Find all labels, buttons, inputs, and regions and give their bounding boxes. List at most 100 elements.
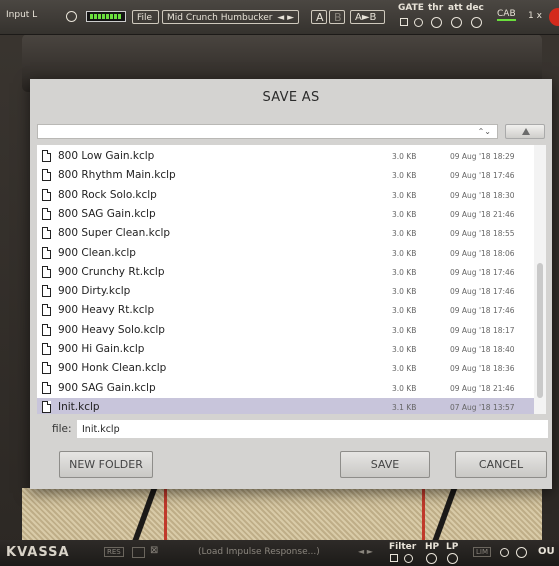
file-date: 09 Aug '18 18:36 (450, 364, 515, 374)
save-button[interactable]: SAVE (340, 451, 430, 478)
file-name: 800 Super Clean.kclp (58, 227, 171, 240)
slot-a-button[interactable]: A (311, 10, 327, 24)
limiter-button[interactable]: LIM (473, 547, 492, 557)
file-date: 09 Aug '18 17:46 (450, 171, 515, 181)
output-gain-knob-icon[interactable] (516, 547, 527, 558)
file-size: 3.0 KB (392, 209, 417, 219)
file-list-row[interactable]: 800 SAG Gain.kclp 3.0 KB 09 Aug '18 21:46 (37, 205, 534, 224)
file-list-row[interactable]: 800 Super Clean.kclp 3.0 KB 09 Aug '18 18:… (37, 224, 534, 243)
clear-icon[interactable]: ⊠ (150, 545, 158, 556)
file-list-scrollbar[interactable] (534, 145, 546, 414)
file-date: 09 Aug '18 18:29 (450, 152, 515, 161)
file-size: 3.0 KB (392, 229, 417, 239)
filter-label: Filter (389, 542, 417, 552)
load-impulse-response[interactable]: (Load Impulse Response...) (198, 547, 320, 557)
file-size: 3.0 KB (392, 306, 417, 316)
file-name: 900 Hi Gain.kclp (58, 343, 145, 355)
red-line-graphic (164, 488, 167, 540)
lp-knob-icon[interactable] (447, 553, 458, 564)
preset-prev-next-arrows[interactable]: ◄ ► (277, 11, 294, 25)
cable-graphic (132, 488, 158, 540)
file-date: 09 Aug '18 21:46 (450, 209, 515, 219)
file-name: 900 Clean.kclp (58, 246, 136, 259)
speaker-grill (22, 488, 542, 540)
file-date: 09 Aug '18 21:46 (450, 383, 515, 393)
attack-knob-icon[interactable] (451, 17, 462, 28)
cancel-button[interactable]: CANCEL (455, 451, 547, 478)
document-icon (42, 343, 51, 355)
lp-label: LP (446, 542, 459, 552)
document-icon (42, 207, 51, 220)
gate-toggle-icon[interactable] (400, 18, 408, 26)
document-icon (42, 265, 51, 278)
decay-knob-icon[interactable] (471, 17, 482, 28)
file-name: 900 Honk Clean.kclp (58, 362, 167, 375)
directory-path-dropdown[interactable]: ⌃⌄ (37, 124, 498, 139)
file-date: 07 Aug '18 13:57 (450, 402, 515, 412)
filename-input[interactable] (77, 420, 548, 438)
file-name: 900 Heavy Solo.kclp (58, 323, 165, 336)
hp-knob-icon[interactable] (426, 553, 437, 564)
document-icon (42, 304, 51, 317)
file-list[interactable]: 800 Low Gain.kclp 3.0 KB 09 Aug '18 18:29 8… (37, 145, 546, 414)
file-list-row[interactable]: 900 Dirty.kclp 3.0 KB 09 Aug '18 17:46 (37, 282, 534, 301)
filename-label: file: (52, 423, 72, 435)
file-size: 3.0 KB (392, 267, 417, 277)
file-menu-button[interactable]: File (132, 10, 159, 24)
file-size: 3.0 KB (392, 325, 417, 335)
file-date: 09 Aug '18 18:06 (450, 248, 515, 258)
file-list-row[interactable]: 900 Hi Gain.kclp 3.0 KB 09 Aug '18 18:40 (37, 340, 534, 359)
file-list-row[interactable]: 800 Rock Solo.kclp 3.0 KB 09 Aug '18 18:30 (37, 186, 534, 205)
cab-toggle[interactable]: CAB (497, 9, 516, 21)
preset-selector[interactable]: Mid Crunch Humbucker ◄ ► (162, 10, 299, 24)
file-name: 800 Rhythm Main.kclp (58, 169, 176, 182)
file-name: 800 SAG Gain.kclp (58, 207, 156, 220)
file-name: 900 Crunchy Rt.kclp (58, 265, 165, 278)
file-list-row[interactable]: 900 SAG Gain.kclp 3.0 KB 09 Aug '18 21:46 (37, 379, 534, 398)
file-size: 3.0 KB (392, 152, 417, 161)
file-list-row[interactable]: 900 Honk Clean.kclp 3.0 KB 09 Aug '18 18:3… (37, 359, 534, 378)
filter-led-icon (404, 554, 413, 563)
file-date: 09 Aug '18 18:55 (450, 229, 515, 239)
power-indicator-icon[interactable] (549, 8, 559, 26)
file-name: 900 Dirty.kclp (58, 285, 131, 298)
file-name: 900 Heavy Rt.kclp (58, 304, 155, 317)
oversample-selector[interactable]: 1 x (528, 11, 542, 21)
output-label: OU (538, 546, 555, 557)
file-list-row[interactable]: 900 Heavy Solo.kclp 3.0 KB 09 Aug '18 18:1… (37, 321, 534, 340)
threshold-knob-icon[interactable] (431, 17, 442, 28)
input-gain-knob-icon[interactable] (66, 11, 77, 22)
document-icon (42, 150, 51, 162)
file-size: 3.0 KB (392, 345, 417, 354)
document-icon (42, 188, 51, 201)
file-list-row[interactable]: 900 Heavy Rt.kclp 3.0 KB 09 Aug '18 17:46 (37, 301, 534, 320)
file-size: 3.0 KB (392, 383, 417, 393)
file-list-row[interactable]: 900 Crunchy Rt.kclp 3.0 KB 09 Aug '18 17:4… (37, 263, 534, 282)
ir-prev-next-arrows[interactable]: ◄ ► (358, 547, 373, 556)
file-list-row[interactable]: 900 Clean.kclp 3.0 KB 09 Aug '18 18:06 (37, 244, 534, 263)
res-button[interactable]: RES (104, 547, 124, 557)
file-size: 3.0 KB (392, 171, 417, 181)
file-list-row[interactable]: 800 Low Gain.kclp 3.0 KB 09 Aug '18 18:29 (37, 147, 534, 166)
slot-b-button[interactable]: B (329, 10, 345, 24)
file-name: 900 SAG Gain.kclp (58, 381, 156, 394)
folder-icon[interactable] (132, 547, 145, 558)
file-list-row[interactable]: 800 Rhythm Main.kclp 3.0 KB 09 Aug '18 17:… (37, 166, 534, 185)
decay-label: dec (466, 3, 484, 13)
file-list-row[interactable]: Init.kclp 3.1 KB 07 Aug '18 13:57 (37, 397, 534, 414)
new-folder-button[interactable]: NEW FOLDER (59, 451, 153, 478)
scrollbar-thumb[interactable] (537, 263, 543, 398)
copy-a-to-b-button[interactable]: A►B (350, 10, 385, 24)
file-date: 09 Aug '18 18:40 (450, 345, 515, 354)
file-size: 3.0 KB (392, 248, 417, 258)
filter-toggle-icon[interactable] (390, 554, 398, 562)
document-icon (42, 381, 51, 394)
input-channel-label[interactable]: Input L (6, 10, 37, 20)
output-led-icon (500, 548, 509, 557)
document-icon (42, 227, 51, 240)
document-icon (42, 169, 51, 182)
file-name: Init.kclp (58, 400, 100, 413)
parent-folder-button[interactable] (505, 124, 545, 139)
plugin-toolbar: Input L File Mid Crunch Humbucker ◄ ► A … (0, 0, 559, 35)
preset-name: Mid Crunch Humbucker (167, 13, 273, 23)
